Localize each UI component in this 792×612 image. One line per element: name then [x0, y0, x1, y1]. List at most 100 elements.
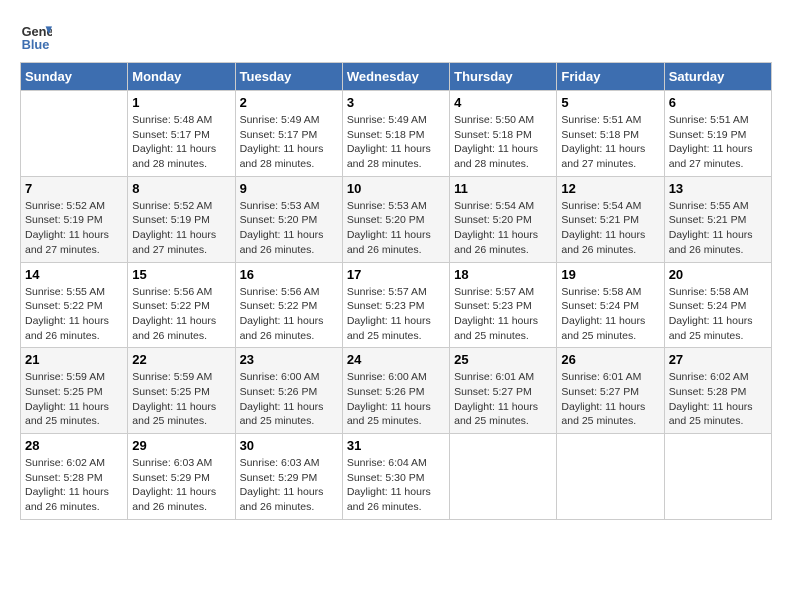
- calendar-cell: 12Sunrise: 5:54 AMSunset: 5:21 PMDayligh…: [557, 176, 664, 262]
- weekday-header-friday: Friday: [557, 63, 664, 91]
- calendar-cell: 18Sunrise: 5:57 AMSunset: 5:23 PMDayligh…: [450, 262, 557, 348]
- day-number: 9: [240, 181, 338, 196]
- day-number: 16: [240, 267, 338, 282]
- calendar-cell: [664, 434, 771, 520]
- day-number: 27: [669, 352, 767, 367]
- calendar-cell: 2 Sunrise: 5:49 AMSunset: 5:17 PMDaylight…: [235, 91, 342, 177]
- calendar-cell: 29Sunrise: 6:03 AMSunset: 5:29 PMDayligh…: [128, 434, 235, 520]
- calendar-cell: 8Sunrise: 5:52 AMSunset: 5:19 PMDaylight…: [128, 176, 235, 262]
- day-number: 10: [347, 181, 445, 196]
- day-number: 23: [240, 352, 338, 367]
- day-number: 12: [561, 181, 659, 196]
- calendar: SundayMondayTuesdayWednesdayThursdayFrid…: [20, 62, 772, 520]
- day-number: 22: [132, 352, 230, 367]
- calendar-cell: 16 Sunrise: 5:56 AMSunset: 5:22 PMDayligh…: [235, 262, 342, 348]
- day-number: 8: [132, 181, 230, 196]
- calendar-cell: 21 Sunrise: 5:59 AMSunset: 5:25 PMDayligh…: [21, 348, 128, 434]
- day-number: 17: [347, 267, 445, 282]
- calendar-cell: 27 Sunrise: 6:02 AMSunset: 5:28 PMDayligh…: [664, 348, 771, 434]
- calendar-cell: 13 Sunrise: 5:55 AMSunset: 5:21 PMDayligh…: [664, 176, 771, 262]
- day-info: Sunrise: 5:56 AMSunset: 5:22 PMDaylight:…: [132, 285, 230, 344]
- calendar-cell: 4 Sunrise: 5:50 AMSunset: 5:18 PMDaylight…: [450, 91, 557, 177]
- weekday-header-saturday: Saturday: [664, 63, 771, 91]
- day-number: 31: [347, 438, 445, 453]
- day-info: Sunrise: 5:55 AMSunset: 5:22 PMDaylight:…: [25, 285, 123, 344]
- calendar-cell: 17Sunrise: 5:57 AMSunset: 5:23 PMDayligh…: [342, 262, 449, 348]
- day-number: 25: [454, 352, 552, 367]
- calendar-cell: 7 Sunrise: 5:52 AMSunset: 5:19 PMDaylight…: [21, 176, 128, 262]
- day-number: 20: [669, 267, 767, 282]
- day-info: Sunrise: 6:02 AMSunset: 5:28 PMDaylight:…: [25, 456, 123, 515]
- calendar-cell: 30Sunrise: 6:03 AMSunset: 5:29 PMDayligh…: [235, 434, 342, 520]
- day-info: Sunrise: 5:54 AMSunset: 5:20 PMDaylight:…: [454, 199, 552, 258]
- calendar-cell: 11 Sunrise: 5:54 AMSunset: 5:20 PMDayligh…: [450, 176, 557, 262]
- week-row-1: 1 Sunrise: 5:48 AMSunset: 5:17 PMDaylight…: [21, 91, 772, 177]
- day-info: Sunrise: 5:58 AMSunset: 5:24 PMDaylight:…: [561, 285, 659, 344]
- day-number: 30: [240, 438, 338, 453]
- day-number: 3: [347, 95, 445, 110]
- day-info: Sunrise: 5:52 AMSunset: 5:19 PMDaylight:…: [25, 199, 123, 258]
- day-number: 7: [25, 181, 123, 196]
- day-number: 29: [132, 438, 230, 453]
- svg-text:Blue: Blue: [22, 37, 50, 52]
- day-number: 13: [669, 181, 767, 196]
- day-number: 14: [25, 267, 123, 282]
- day-info: Sunrise: 5:50 AMSunset: 5:18 PMDaylight:…: [454, 113, 552, 172]
- day-info: Sunrise: 5:53 AMSunset: 5:20 PMDaylight:…: [240, 199, 338, 258]
- day-info: Sunrise: 5:48 AMSunset: 5:17 PMDaylight:…: [132, 113, 230, 172]
- calendar-cell: 19 Sunrise: 5:58 AMSunset: 5:24 PMDayligh…: [557, 262, 664, 348]
- calendar-cell: 22 Sunrise: 5:59 AMSunset: 5:25 PMDayligh…: [128, 348, 235, 434]
- day-info: Sunrise: 5:49 AMSunset: 5:17 PMDaylight:…: [240, 113, 338, 172]
- week-row-5: 28 Sunrise: 6:02 AMSunset: 5:28 PMDayligh…: [21, 434, 772, 520]
- day-number: 28: [25, 438, 123, 453]
- calendar-cell: 15 Sunrise: 5:56 AMSunset: 5:22 PMDayligh…: [128, 262, 235, 348]
- day-info: Sunrise: 5:49 AMSunset: 5:18 PMDaylight:…: [347, 113, 445, 172]
- day-number: 2: [240, 95, 338, 110]
- day-number: 21: [25, 352, 123, 367]
- day-number: 5: [561, 95, 659, 110]
- logo-icon: General Blue: [20, 20, 52, 52]
- weekday-header-thursday: Thursday: [450, 63, 557, 91]
- calendar-cell: 5 Sunrise: 5:51 AMSunset: 5:18 PMDaylight…: [557, 91, 664, 177]
- day-info: Sunrise: 6:00 AMSunset: 5:26 PMDaylight:…: [347, 370, 445, 429]
- calendar-cell: 23Sunrise: 6:00 AMSunset: 5:26 PMDayligh…: [235, 348, 342, 434]
- day-number: 4: [454, 95, 552, 110]
- day-number: 11: [454, 181, 552, 196]
- day-info: Sunrise: 5:56 AMSunset: 5:22 PMDaylight:…: [240, 285, 338, 344]
- day-number: 19: [561, 267, 659, 282]
- calendar-cell: 3 Sunrise: 5:49 AMSunset: 5:18 PMDaylight…: [342, 91, 449, 177]
- weekday-header-sunday: Sunday: [21, 63, 128, 91]
- day-info: Sunrise: 5:59 AMSunset: 5:25 PMDaylight:…: [132, 370, 230, 429]
- day-info: Sunrise: 6:04 AMSunset: 5:30 PMDaylight:…: [347, 456, 445, 515]
- day-info: Sunrise: 5:58 AMSunset: 5:24 PMDaylight:…: [669, 285, 767, 344]
- logo: General Blue: [20, 20, 56, 52]
- weekday-header-monday: Monday: [128, 63, 235, 91]
- calendar-cell: [450, 434, 557, 520]
- calendar-cell: 31 Sunrise: 6:04 AMSunset: 5:30 PMDayligh…: [342, 434, 449, 520]
- day-number: 15: [132, 267, 230, 282]
- calendar-cell: 10 Sunrise: 5:53 AMSunset: 5:20 PMDayligh…: [342, 176, 449, 262]
- day-info: Sunrise: 5:53 AMSunset: 5:20 PMDaylight:…: [347, 199, 445, 258]
- day-info: Sunrise: 5:59 AMSunset: 5:25 PMDaylight:…: [25, 370, 123, 429]
- day-info: Sunrise: 6:01 AMSunset: 5:27 PMDaylight:…: [454, 370, 552, 429]
- day-number: 24: [347, 352, 445, 367]
- calendar-cell: 20 Sunrise: 5:58 AMSunset: 5:24 PMDayligh…: [664, 262, 771, 348]
- calendar-cell: [557, 434, 664, 520]
- calendar-cell: 24 Sunrise: 6:00 AMSunset: 5:26 PMDayligh…: [342, 348, 449, 434]
- day-info: Sunrise: 5:51 AMSunset: 5:19 PMDaylight:…: [669, 113, 767, 172]
- calendar-cell: 14 Sunrise: 5:55 AMSunset: 5:22 PMDayligh…: [21, 262, 128, 348]
- calendar-cell: 1 Sunrise: 5:48 AMSunset: 5:17 PMDaylight…: [128, 91, 235, 177]
- week-row-2: 7 Sunrise: 5:52 AMSunset: 5:19 PMDaylight…: [21, 176, 772, 262]
- calendar-cell: 9 Sunrise: 5:53 AMSunset: 5:20 PMDaylight…: [235, 176, 342, 262]
- day-number: 1: [132, 95, 230, 110]
- weekday-header-row: SundayMondayTuesdayWednesdayThursdayFrid…: [21, 63, 772, 91]
- week-row-4: 21 Sunrise: 5:59 AMSunset: 5:25 PMDayligh…: [21, 348, 772, 434]
- weekday-header-tuesday: Tuesday: [235, 63, 342, 91]
- day-info: Sunrise: 5:51 AMSunset: 5:18 PMDaylight:…: [561, 113, 659, 172]
- day-info: Sunrise: 6:02 AMSunset: 5:28 PMDaylight:…: [669, 370, 767, 429]
- week-row-3: 14 Sunrise: 5:55 AMSunset: 5:22 PMDayligh…: [21, 262, 772, 348]
- day-number: 26: [561, 352, 659, 367]
- day-info: Sunrise: 5:55 AMSunset: 5:21 PMDaylight:…: [669, 199, 767, 258]
- calendar-cell: 26Sunrise: 6:01 AMSunset: 5:27 PMDayligh…: [557, 348, 664, 434]
- calendar-cell: [21, 91, 128, 177]
